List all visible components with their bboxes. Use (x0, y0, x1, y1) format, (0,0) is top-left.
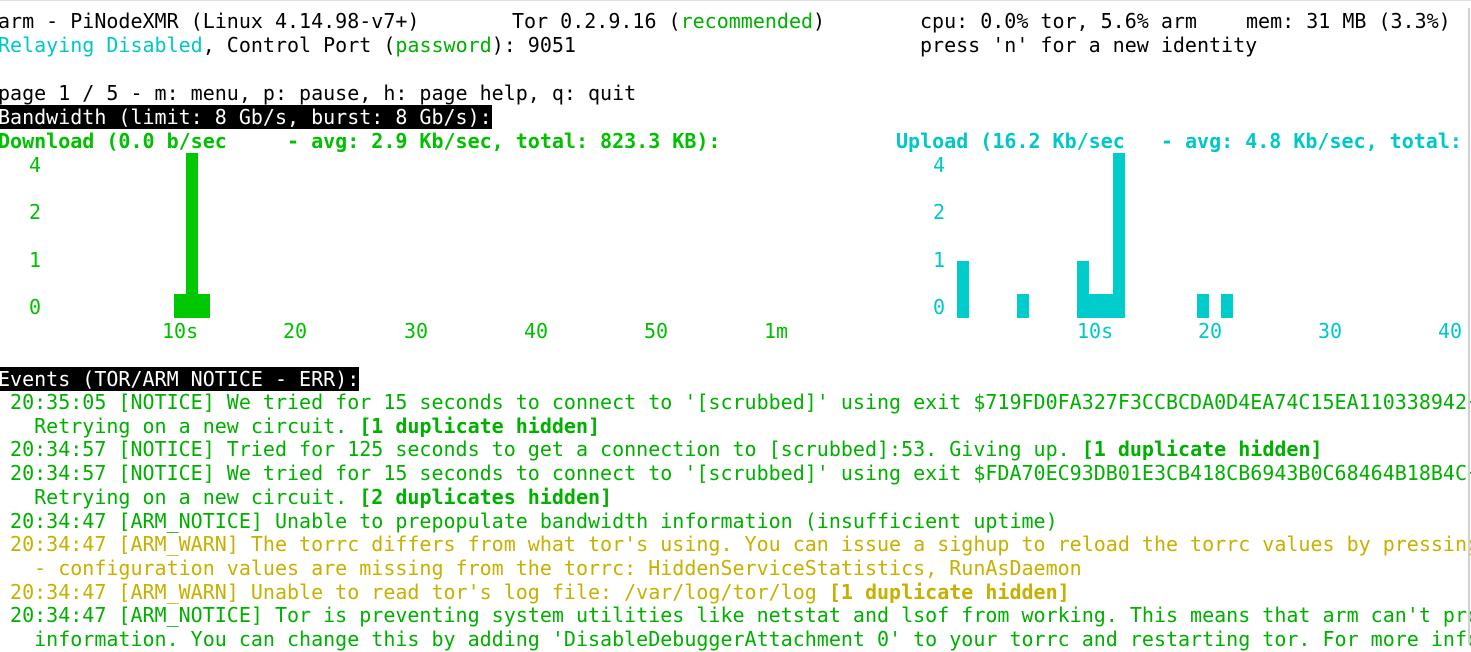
duplicate-note: [2 duplicates hidden] (359, 484, 613, 509)
event-line: 20:34:47 [ARM_NOTICE] Unable to prepopul… (0, 509, 1058, 533)
download-x-tick: 20 (283, 319, 308, 343)
event-text: Retrying on a new circuit. (0, 413, 360, 438)
event-text: 20:34:47 [ARM_WARN] Unable to read tor's… (0, 579, 829, 604)
download-bar (186, 153, 198, 318)
event-line: - configuration values are missing from … (0, 556, 1082, 580)
download-x-tick: 1m (764, 319, 789, 343)
upload-x-tick: 40 (1438, 319, 1463, 343)
scrollbar[interactable] (1468, 8, 1470, 644)
download-x-tick: 40 (524, 319, 549, 343)
upload-y-tick: 0 (933, 295, 946, 319)
download-y-tick: 4 (29, 153, 42, 177)
tor-version: Tor 0.2.9.16 (recommended) (512, 9, 826, 33)
tor-status: recommended (680, 9, 814, 33)
header-line-1: arm - PiNodeXMR (Linux 4.14.98-v7+) (0, 9, 419, 33)
upload-bar (1221, 294, 1233, 318)
upload-y-tick: 1 (933, 248, 946, 272)
event-text: information. You can change this by addi… (0, 627, 1471, 651)
event-text: Retrying on a new circuit. (0, 484, 360, 509)
duplicate-note: [1 duplicate hidden] (828, 579, 1070, 604)
upload-bar (957, 260, 969, 318)
upload-bar (1017, 294, 1029, 318)
download-x-tick: 30 (404, 319, 429, 343)
upload-y-tick: 2 (933, 200, 946, 224)
upload-x-tick: 20 (1198, 319, 1223, 343)
download-y-tick: 2 (29, 200, 42, 224)
identity-hint: press 'n' for a new identity (920, 33, 1258, 57)
cpu-usage: cpu: 0.0% tor, 5.6% arm (920, 9, 1197, 33)
upload-y-tick: 4 (933, 153, 946, 177)
download-y-tick: 1 (29, 248, 42, 272)
download-bar (174, 294, 186, 318)
duplicate-note: [1 duplicate hidden] (1081, 437, 1323, 462)
event-line: information. You can change this by addi… (0, 627, 1471, 651)
download-label: Download (0.0 b/sec - avg: 2.9 Kb/sec, t… (0, 129, 721, 153)
event-line: 20:34:57 [NOTICE] Tried for 125 seconds … (0, 437, 1323, 461)
upload-bar (1089, 294, 1101, 318)
upload-bar (1101, 294, 1113, 318)
upload-x-tick: 30 (1318, 319, 1343, 343)
upload-bar (1077, 260, 1089, 318)
page-line: page 1 / 5 - m: menu, p: pause, h: page … (0, 81, 637, 105)
bandwidth-panel-title: Bandwidth (limit: 8 Gb/s, burst: 8 Gb/s)… (0, 105, 492, 129)
app-title: arm - PiNodeXMR (Linux 4.14.98-v7+) (0, 9, 420, 33)
event-line: 20:34:47 [ARM_NOTICE] Tor is preventing … (0, 603, 1471, 627)
download-bar (198, 294, 210, 318)
event-text: 20:34:47 [ARM_NOTICE] Unable to prepopul… (0, 508, 1058, 533)
download-x-tick: 50 (644, 319, 669, 343)
duplicate-note: [1 duplicate hidden] (359, 413, 601, 438)
event-text: 20:34:47 [ARM_NOTICE] Tor is preventing … (0, 603, 1471, 628)
upload-label: Upload (16.2 Kb/sec - avg: 4.8 Kb/sec, t… (896, 129, 1462, 153)
event-text: - configuration values are missing from … (0, 555, 1082, 580)
mem-usage: mem: 31 MB (3.3%) (1246, 9, 1451, 33)
event-line: 20:35:05 [NOTICE] We tried for 15 second… (0, 390, 1471, 414)
upload-bar (1197, 294, 1209, 318)
upload-bar (1113, 153, 1125, 318)
control-auth: password (395, 33, 492, 57)
upload-x-tick: 10s (1077, 319, 1114, 343)
event-line: 20:34:57 [NOTICE] We tried for 15 second… (0, 461, 1471, 485)
top-border (0, 0, 1471, 1)
event-text: 20:34:57 [NOTICE] Tried for 125 seconds … (0, 437, 1082, 462)
event-text: 20:34:57 [NOTICE] We tried for 15 second… (0, 461, 1471, 486)
event-text: 20:34:47 [ARM_WARN] The torrc differs fr… (0, 532, 1471, 557)
download-x-tick: 10s (162, 319, 199, 343)
download-y-tick: 0 (29, 295, 42, 319)
event-text: 20:35:05 [NOTICE] We tried for 15 second… (0, 390, 1471, 414)
events-panel-title: Events (TOR/ARM NOTICE - ERR): (0, 367, 360, 391)
header-line-2: Relaying Disabled, Control Port (passwor… (0, 33, 576, 57)
event-line: 20:34:47 [ARM_WARN] Unable to read tor's… (0, 580, 1070, 604)
relaying-status: Relaying Disabled (0, 33, 203, 57)
event-line: 20:34:47 [ARM_WARN] The torrc differs fr… (0, 532, 1471, 556)
event-line: Retrying on a new circuit. [1 duplicate … (0, 414, 600, 438)
event-line: Retrying on a new circuit. [2 duplicates… (0, 485, 612, 509)
